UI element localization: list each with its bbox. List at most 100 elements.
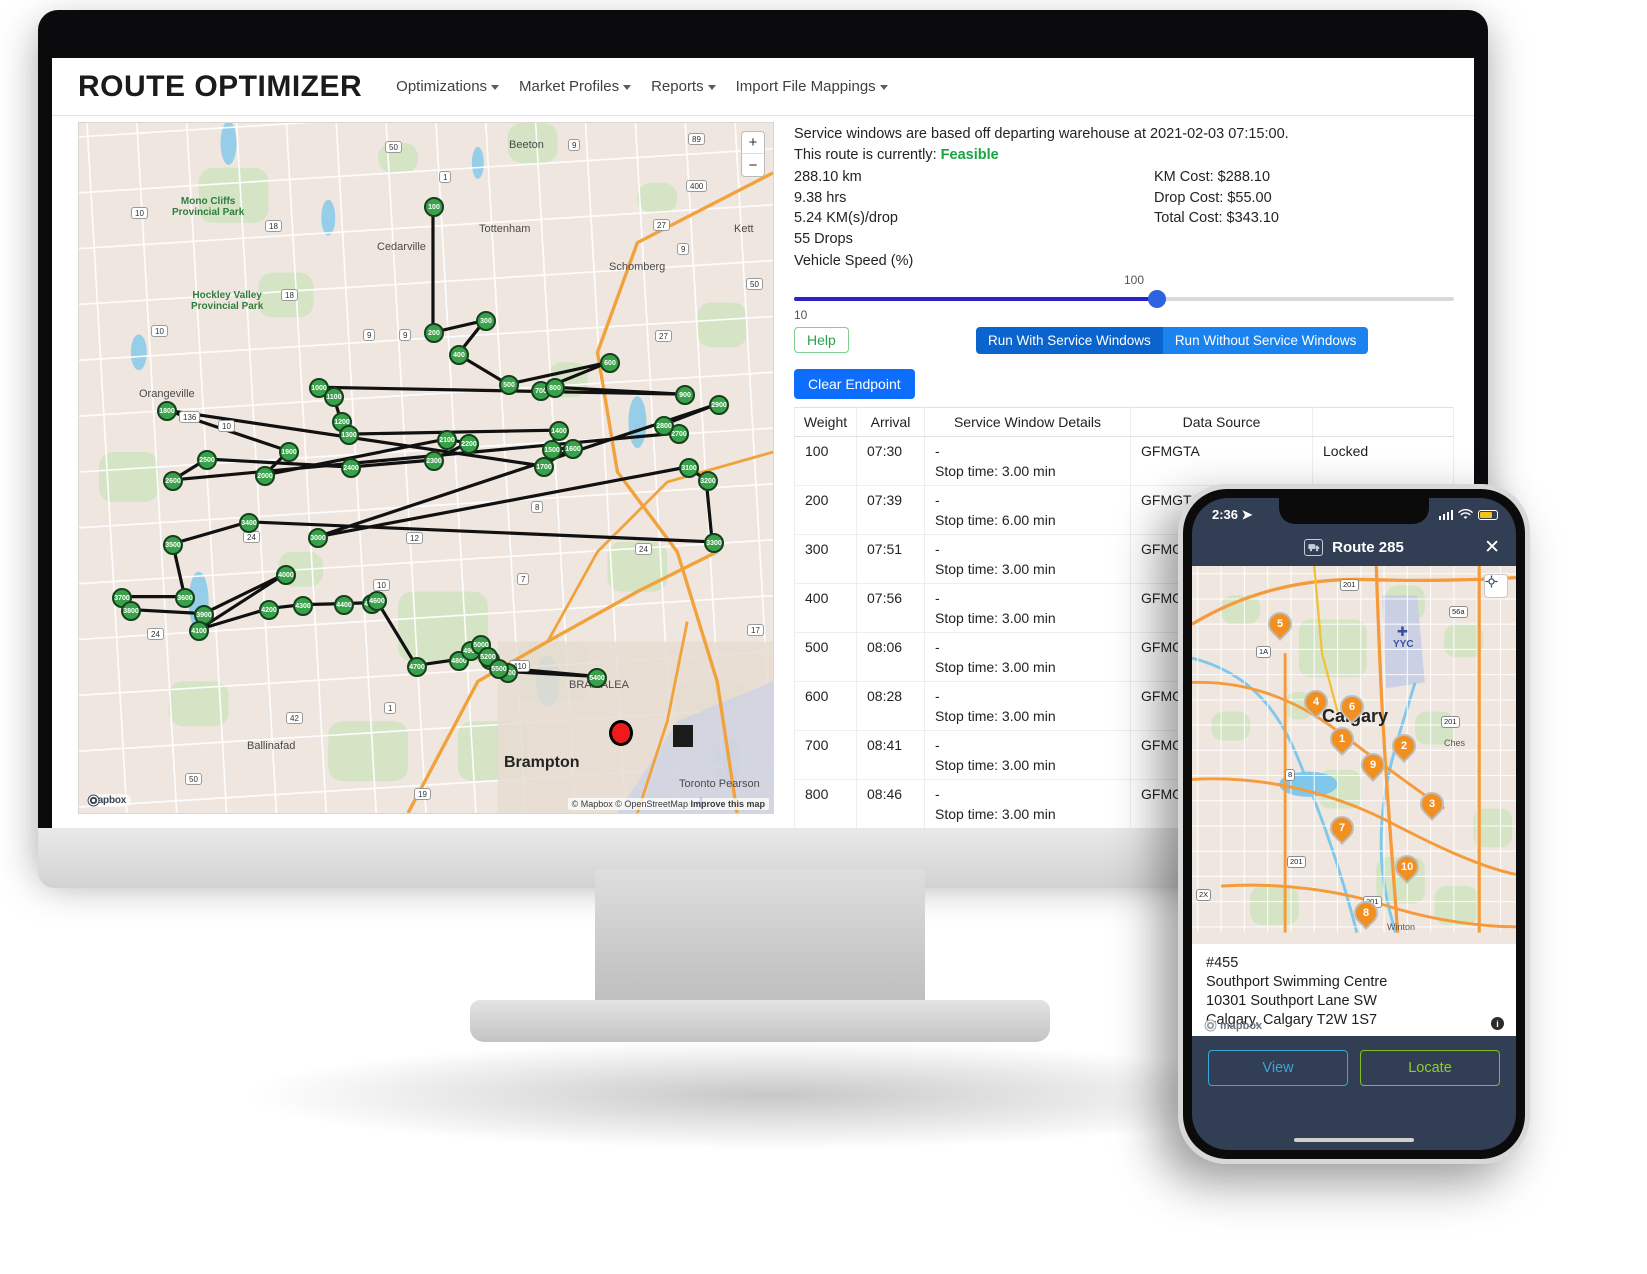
phone-device: 2:36 ➤ Route 285 ✕ YYC ✚ Ches Winton 201… [1178, 484, 1530, 1164]
highway-shield: 50 [185, 773, 202, 785]
info-icon[interactable]: i [1491, 1017, 1504, 1030]
route-stop-marker[interactable]: 1300 [339, 425, 359, 445]
highway-shield: 9 [677, 243, 690, 255]
nav-item-market-profiles[interactable]: Market Profiles [519, 78, 632, 95]
route-stop-marker[interactable]: 1400 [549, 421, 569, 441]
route-stop-marker[interactable]: 300 [476, 311, 496, 331]
route-stop-marker[interactable]: 4400 [334, 595, 354, 615]
vehicle-speed-slider[interactable]: 100 10 [794, 273, 1454, 322]
route-stop-marker[interactable]: 900 [675, 385, 695, 405]
route-stop-marker[interactable]: 2000 [255, 466, 275, 486]
close-icon[interactable]: ✕ [1484, 536, 1500, 559]
cell-stop-time: Stop time: 6.00 min [935, 512, 1056, 528]
stat-km-cost: KM Cost: $288.10 [1154, 169, 1271, 185]
cell-weight: 100 [794, 436, 857, 486]
route-stop-marker[interactable]: 2500 [197, 450, 217, 470]
cell-stop-time: Stop time: 3.00 min [935, 659, 1056, 675]
cell-arrival: 08:06 [856, 632, 925, 682]
stops-table-head: Weight Arrival Service Window Details Da… [794, 407, 1454, 437]
highway-shield: 17 [747, 624, 764, 636]
route-stop-marker[interactable]: 800 [545, 378, 565, 398]
highway-shield: 27 [655, 330, 672, 342]
clear-endpoint-button[interactable]: Clear Endpoint [794, 369, 915, 399]
column-header-service-window-details[interactable]: Service Window Details [924, 407, 1131, 437]
highway-shield: 10 [218, 420, 235, 432]
route-stop-marker[interactable]: 3200 [698, 471, 718, 491]
cell-weight: 800 [794, 779, 857, 829]
improve-this-map-link[interactable]: Improve this map [690, 799, 765, 809]
route-stop-marker[interactable]: 3400 [239, 513, 259, 533]
route-stop-marker[interactable]: 3100 [679, 458, 699, 478]
slider-fill [794, 297, 1161, 301]
route-stop-marker[interactable]: 3600 [175, 588, 195, 608]
column-header-status[interactable] [1312, 407, 1454, 437]
route-stop-marker[interactable]: 4000 [276, 565, 296, 585]
highway-shield: 201 [1441, 716, 1460, 728]
route-stop-marker[interactable]: 600 [600, 353, 620, 373]
zoom-out-button[interactable]: − [742, 154, 764, 176]
nav-item-reports[interactable]: Reports [651, 78, 716, 95]
route-stop-marker[interactable]: 5500 [489, 659, 509, 679]
highway-shield: 10 [131, 207, 148, 219]
nav-item-import-file-mappings[interactable]: Import File Mappings [736, 78, 888, 95]
route-stop-marker[interactable]: 3300 [704, 533, 724, 553]
highway-shield: 8 [531, 501, 544, 513]
column-header-arrival[interactable]: Arrival [856, 407, 925, 437]
route-stop-marker[interactable]: 2600 [163, 471, 183, 491]
endpoint-marker[interactable] [609, 720, 633, 746]
stat-duration: 9.38 hrs [794, 189, 847, 206]
table-row[interactable]: 100 07:30- Stop time: 3.00 min GFMGTA Locked [794, 436, 1454, 486]
cell-weight: 700 [794, 730, 857, 780]
airplane-icon: ✚ [1397, 624, 1408, 639]
route-stop-marker[interactable]: 1800 [157, 401, 177, 421]
route-status-prefix: This route is currently: [794, 146, 937, 163]
route-map[interactable]: Mono Cliffs Provincial Park Hockley Valley… [78, 122, 774, 814]
route-stop-marker[interactable]: 400 [449, 345, 469, 365]
route-stop-marker[interactable]: 2900 [709, 395, 729, 415]
route-stop-marker[interactable]: 1600 [563, 439, 583, 459]
map-pane: Mono Cliffs Provincial Park Hockley Valley… [52, 116, 774, 833]
route-stop-marker[interactable]: 4200 [259, 600, 279, 620]
app-header: ROUTE OPTIMIZER Optimizations Market Pro… [52, 58, 1474, 116]
map-zoom-controls[interactable]: + − [741, 131, 765, 177]
route-stop-marker[interactable]: 2800 [654, 416, 674, 436]
route-stop-marker[interactable]: 4300 [293, 596, 313, 616]
route-stop-marker[interactable]: 3000 [308, 528, 328, 548]
nav-item-optimizations[interactable]: Optimizations [396, 78, 500, 95]
highway-shield: 2X [1196, 889, 1212, 901]
route-stop-marker[interactable]: 2200 [459, 434, 479, 454]
status-indicators [1438, 509, 1498, 521]
route-stop-marker[interactable]: 5400 [587, 668, 607, 688]
route-stop-marker[interactable]: 3500 [163, 535, 183, 555]
phone-map[interactable]: YYC✚CalgaryChesWinton2011A20182012012X56… [1192, 566, 1516, 944]
run-without-service-windows-button[interactable]: Run Without Service Windows [1162, 327, 1369, 354]
recenter-icon[interactable] [1484, 574, 1508, 598]
route-stop-marker[interactable]: 1900 [279, 442, 299, 462]
route-stop-marker[interactable]: 2400 [341, 458, 361, 478]
help-button[interactable]: Help [794, 327, 849, 353]
route-stop-marker[interactable]: 2300 [424, 451, 444, 471]
run-with-service-windows-button[interactable]: Run With Service Windows [976, 327, 1163, 354]
table-header-row: Weight Arrival Service Window Details Da… [794, 407, 1454, 437]
chevron-down-icon [623, 84, 632, 90]
route-stop-marker[interactable]: 2100 [437, 430, 457, 450]
column-header-weight[interactable]: Weight [794, 407, 857, 437]
slider-thumb[interactable] [1148, 290, 1167, 308]
route-stop-marker[interactable]: 1700 [534, 457, 554, 477]
route-stop-marker[interactable]: 200 [424, 323, 444, 343]
stat-drop-cost: Drop Cost: $55.00 [1154, 189, 1272, 206]
route-stop-marker[interactable]: 4700 [407, 657, 427, 677]
cellular-signal-icon [1438, 509, 1453, 520]
route-stop-marker[interactable]: 500 [499, 375, 519, 395]
route-stop-marker[interactable]: 100 [424, 197, 444, 217]
route-stop-marker[interactable]: 4100 [189, 621, 209, 641]
zoom-in-button[interactable]: + [742, 132, 764, 154]
route-stop-marker[interactable]: 4600 [367, 591, 387, 611]
highway-shield: 10 [373, 579, 390, 591]
view-button[interactable]: View [1208, 1050, 1348, 1086]
route-stop-marker[interactable]: 3800 [121, 601, 141, 621]
route-stop-marker[interactable]: 1100 [324, 387, 344, 407]
highway-shield: 19 [414, 788, 431, 800]
column-header-data-source[interactable]: Data Source [1130, 407, 1313, 437]
locate-button[interactable]: Locate [1360, 1050, 1500, 1086]
